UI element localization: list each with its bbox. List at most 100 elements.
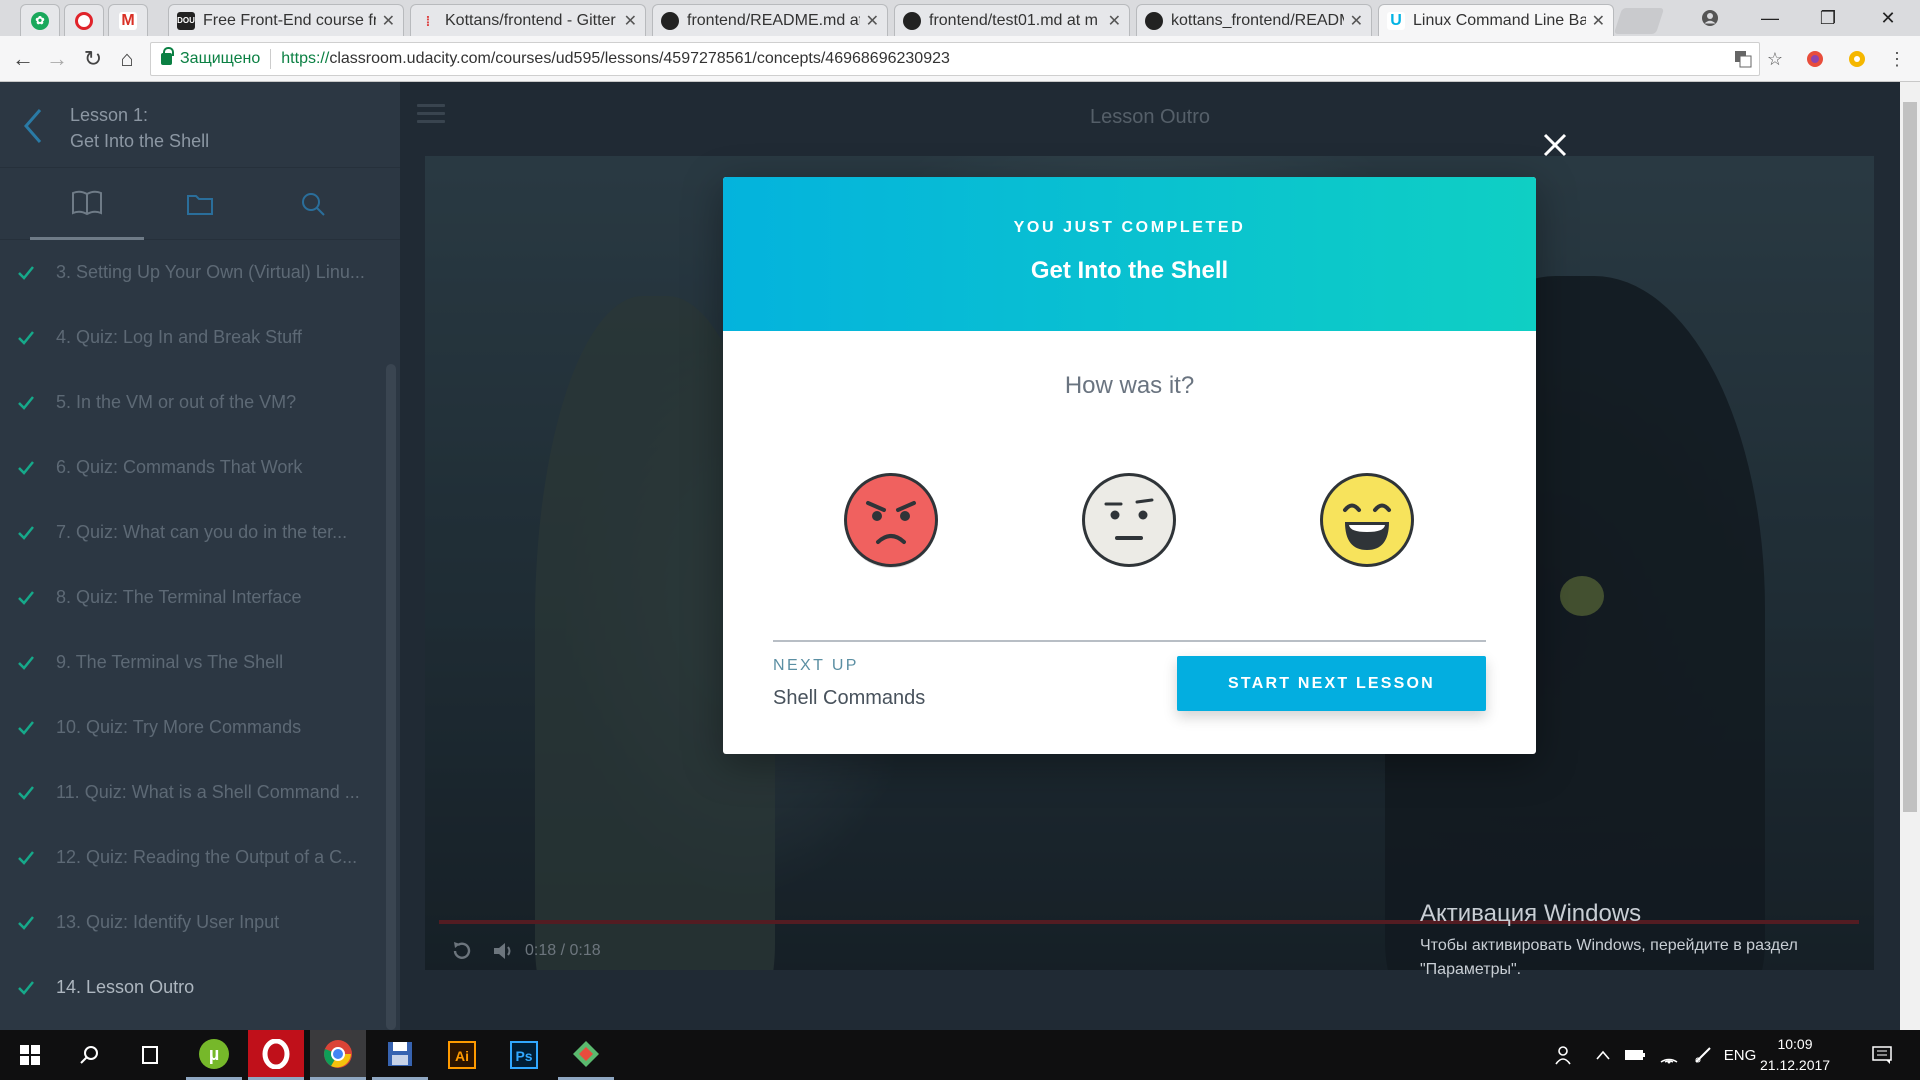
concept-item[interactable]: 10. Quiz: Try More Commands <box>0 695 390 760</box>
concept-item[interactable]: 8. Quiz: The Terminal Interface <box>0 565 390 630</box>
chrome-taskbar-icon[interactable] <box>310 1030 366 1080</box>
dou-icon: DOU <box>177 11 195 30</box>
extension-icon[interactable] <box>1804 48 1826 70</box>
browser-tab-gitter[interactable]: ⁞ Kottans/frontend - Gitter ✕ <box>410 4 646 36</box>
browser-tab-udacity[interactable]: U Linux Command Line Bas ✕ <box>1378 4 1614 36</box>
concept-item-current[interactable]: 14. Lesson Outro <box>0 955 390 1020</box>
chevron-left-icon[interactable] <box>22 106 46 146</box>
bookmark-star-icon[interactable]: ☆ <box>1764 48 1786 70</box>
reload-icon[interactable]: ↻ <box>78 44 108 74</box>
concept-item[interactable]: 4. Quiz: Log In and Break Stuff <box>0 305 390 370</box>
concept-item[interactable]: 7. Quiz: What can you do in the ter... <box>0 500 390 565</box>
checkmark-icon <box>18 460 34 475</box>
concept-title: 7. Quiz: What can you do in the ter... <box>56 522 348 542</box>
concept-title: 3. Setting Up Your Own (Virtual) Linu... <box>56 262 365 282</box>
save-app-icon[interactable] <box>372 1030 428 1080</box>
angry-face-icon[interactable] <box>841 470 941 570</box>
browser-tab-pinned-1[interactable]: ✿ <box>20 4 60 36</box>
people-icon[interactable] <box>1548 1030 1580 1080</box>
lesson-sidebar: Lesson 1: Get Into the Shell 3. Setting … <box>0 82 400 1030</box>
separator <box>270 49 272 69</box>
wifi-icon[interactable] <box>1654 1030 1684 1080</box>
gmail-icon: M <box>119 11 137 30</box>
action-center-icon[interactable] <box>1862 1030 1902 1080</box>
pen-icon[interactable] <box>1688 1030 1718 1080</box>
tab-concepts[interactable] <box>30 168 144 240</box>
browser-tab-dou[interactable]: DOU Free Front-End course fr ✕ <box>168 4 404 36</box>
windows-start-icon[interactable] <box>2 1030 58 1080</box>
happy-face-icon[interactable] <box>1317 470 1417 570</box>
concept-item[interactable]: 12. Quiz: Reading the Output of a C... <box>0 825 390 890</box>
close-tab-icon[interactable]: ✕ <box>866 11 879 31</box>
sidebar-scrollbar[interactable] <box>386 364 396 1030</box>
address-bar[interactable]: Защищено https:// classroom.udacity.com/… <box>150 42 1760 76</box>
start-next-lesson-button[interactable]: START NEXT LESSON <box>1177 656 1486 711</box>
concept-title: 6. Quiz: Commands That Work <box>56 457 303 477</box>
concept-item[interactable]: 6. Quiz: Commands That Work <box>0 435 390 500</box>
opera-taskbar-icon[interactable] <box>248 1030 304 1080</box>
tab-resources[interactable] <box>143 168 257 240</box>
browser-tab-github-3[interactable]: kottans_frontend/READM ✕ <box>1136 4 1372 36</box>
completed-label: YOU JUST COMPLETED <box>1013 219 1246 236</box>
concept-item[interactable]: 11. Quiz: What is a Shell Command ... <box>0 760 390 825</box>
system-clock[interactable]: 10:09 21.12.2017 <box>1760 1034 1830 1076</box>
forward-icon[interactable]: → <box>42 44 72 74</box>
minimize-button[interactable]: — <box>1742 0 1798 36</box>
utorrent-icon[interactable]: µ <box>186 1030 242 1080</box>
close-tab-icon[interactable]: ✕ <box>382 11 395 31</box>
concept-item[interactable]: 13. Quiz: Identify User Input <box>0 890 390 955</box>
close-tab-icon[interactable]: ✕ <box>1108 11 1121 31</box>
lock-icon <box>161 47 174 65</box>
photoshop-icon[interactable]: Ps <box>496 1030 552 1080</box>
concept-item[interactable]: 5. In the VM or out of the VM? <box>0 370 390 435</box>
neutral-face-icon[interactable] <box>1079 470 1179 570</box>
page-scrollbar[interactable] <box>1900 82 1920 1030</box>
translate-icon[interactable] <box>1732 48 1754 70</box>
profile-icon[interactable] <box>1682 0 1738 36</box>
checkmark-icon <box>18 525 34 540</box>
tab-search[interactable] <box>256 168 370 240</box>
task-view-icon[interactable] <box>122 1030 178 1080</box>
chevron-up-icon[interactable] <box>1590 1030 1616 1080</box>
browser-tab-github-2[interactable]: frontend/test01.md at m ✕ <box>894 4 1130 36</box>
concept-item[interactable]: 9. The Terminal vs The Shell <box>0 630 390 695</box>
close-tab-icon[interactable]: ✕ <box>1350 11 1363 31</box>
concept-title: 14. Lesson Outro <box>56 977 195 997</box>
home-icon[interactable]: ⌂ <box>112 44 142 74</box>
next-lesson-title: Shell Commands <box>773 687 926 709</box>
gitkraken-icon[interactable] <box>558 1030 614 1080</box>
browser-tab-github-1[interactable]: frontend/README.md at ✕ <box>652 4 888 36</box>
close-tab-icon[interactable]: ✕ <box>1592 11 1605 31</box>
restore-button[interactable]: ❐ <box>1800 0 1856 36</box>
close-window-button[interactable]: ✕ <box>1860 0 1916 36</box>
close-icon[interactable] <box>1540 130 1570 160</box>
extension-puzzle-icon[interactable] <box>1846 48 1868 70</box>
back-icon[interactable]: ← <box>8 44 38 74</box>
menu-kebab-icon[interactable]: ⋮ <box>1886 48 1908 70</box>
browser-tab-pinned-3[interactable]: M <box>108 4 148 36</box>
close-tab-icon[interactable]: ✕ <box>624 11 637 31</box>
sidebar-header: Lesson 1: Get Into the Shell <box>0 82 400 168</box>
svg-text:Ai: Ai <box>455 1048 469 1064</box>
browser-tab-pinned-2[interactable] <box>64 4 104 36</box>
concept-item[interactable]: 3. Setting Up Your Own (Virtual) Linu... <box>0 240 390 305</box>
github-icon <box>1145 11 1163 30</box>
browser-toolbar: ← → ↻ ⌂ Защищено https:// classroom.udac… <box>0 36 1920 82</box>
checkmark-icon <box>18 850 34 865</box>
new-tab-button[interactable] <box>1613 8 1665 34</box>
page-scrollbar-thumb[interactable] <box>1903 102 1917 812</box>
browser-tab-strip: ✿ M DOU Free Front-End course fr ✕ ⁞ Kot… <box>0 0 1920 36</box>
checkmark-icon <box>18 720 34 735</box>
illustrator-icon[interactable]: Ai <box>434 1030 490 1080</box>
lesson-complete-modal: YOU JUST COMPLETED Get Into the Shell Ho… <box>723 177 1536 754</box>
book-icon <box>72 190 102 215</box>
language-indicator[interactable]: ENG <box>1720 1030 1760 1080</box>
battery-icon[interactable] <box>1620 1030 1650 1080</box>
checkmark-icon <box>18 655 34 670</box>
security-indicator[interactable]: Защищено <box>151 47 260 68</box>
tab-title: Free Front-End course fr <box>203 11 376 29</box>
next-up-label: NEXT UP <box>773 657 859 674</box>
checkmark-icon <box>18 915 34 930</box>
search-icon[interactable] <box>62 1030 118 1080</box>
concept-title: 5. In the VM or out of the VM? <box>56 392 297 412</box>
